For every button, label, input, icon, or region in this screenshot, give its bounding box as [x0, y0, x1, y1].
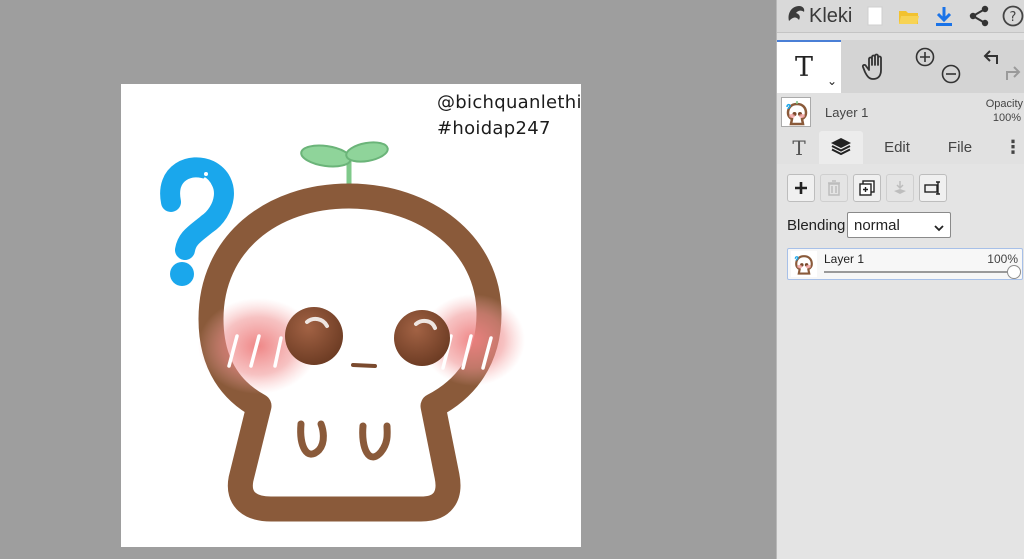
chevron-down-icon[interactable]: ⌄	[827, 74, 837, 88]
watermark-username: @bichquanlethi	[437, 92, 581, 113]
tab-layers[interactable]	[819, 131, 863, 164]
download-icon[interactable]	[932, 4, 956, 28]
workspace[interactable]: @bichquanlethi #hoidap247	[0, 0, 776, 559]
tab-file[interactable]: File	[937, 131, 983, 164]
undo-icon[interactable]	[981, 48, 1001, 73]
layer-opacity-slider-handle[interactable]	[1007, 265, 1021, 279]
trash-icon	[828, 180, 840, 196]
text-tool-button[interactable]: T ⌄	[777, 40, 841, 93]
plus-icon	[795, 182, 807, 194]
current-layer-header: Layer 1 Opacity 100%	[777, 95, 1024, 129]
rename-layer-button[interactable]	[919, 174, 947, 202]
svg-text:?: ?	[1010, 10, 1017, 25]
layers-icon	[830, 136, 852, 160]
panel-tabs: T Edit File ⋮	[777, 131, 1024, 164]
open-folder-icon[interactable]	[897, 4, 921, 28]
merge-down-icon	[894, 181, 906, 194]
help-icon[interactable]: ?	[1001, 4, 1024, 28]
add-layer-button[interactable]	[787, 174, 815, 202]
app-brand[interactable]: Kleki	[785, 4, 852, 28]
layer-item-thumbnail	[791, 251, 817, 277]
current-layer-name: Layer 1	[825, 105, 869, 120]
text-tool-icon: T	[795, 52, 814, 83]
tab-edit[interactable]: Edit	[873, 131, 921, 164]
layer-item-opacity: 100%	[987, 252, 1018, 266]
merge-layer-button[interactable]	[886, 174, 914, 202]
hand-tool-icon[interactable]	[861, 52, 891, 82]
watermark-hashtag: #hoidap247	[437, 118, 551, 139]
chevron-down-icon	[934, 220, 944, 237]
tool-row: T ⌄	[777, 40, 1024, 93]
layer-thumbnail	[781, 97, 811, 127]
blending-value: normal	[854, 216, 900, 234]
layer-opacity-slider[interactable]	[824, 271, 1014, 273]
top-bar: Kleki ?	[777, 0, 1024, 33]
new-file-icon[interactable]	[863, 4, 887, 28]
more-options-icon[interactable]: ⋮	[1003, 131, 1023, 164]
zoom-out-icon[interactable]	[941, 64, 961, 89]
blending-select[interactable]: normal	[847, 212, 951, 238]
opacity-value: 100%	[992, 112, 1021, 124]
app-title: Kleki	[809, 4, 853, 27]
rename-icon	[924, 181, 940, 195]
character-drawing	[198, 183, 525, 522]
tab-text[interactable]: T	[783, 131, 815, 164]
side-panel: Kleki ? T ⌄ Layer 1 Opacity 100% T Edit …	[776, 0, 1024, 559]
layer-item-name: Layer 1	[824, 252, 865, 266]
duplicate-layer-button[interactable]	[853, 174, 881, 202]
redo-icon[interactable]	[1003, 64, 1023, 89]
kleki-logo-icon	[785, 3, 807, 30]
sprout-drawing	[300, 141, 389, 189]
blending-label: Blending	[787, 217, 846, 234]
zoom-in-icon[interactable]	[915, 47, 935, 72]
drawing-canvas[interactable]: @bichquanlethi #hoidap247	[121, 84, 581, 547]
duplicate-icon	[859, 180, 875, 196]
share-icon[interactable]	[967, 4, 991, 28]
canvas-artwork	[160, 141, 525, 522]
opacity-label: Opacity	[985, 98, 1023, 110]
delete-layer-button[interactable]	[820, 174, 848, 202]
layer-list-item[interactable]: Layer 1 100%	[787, 248, 1023, 280]
layers-panel: Blending normal Layer 1 100%	[777, 164, 1024, 559]
